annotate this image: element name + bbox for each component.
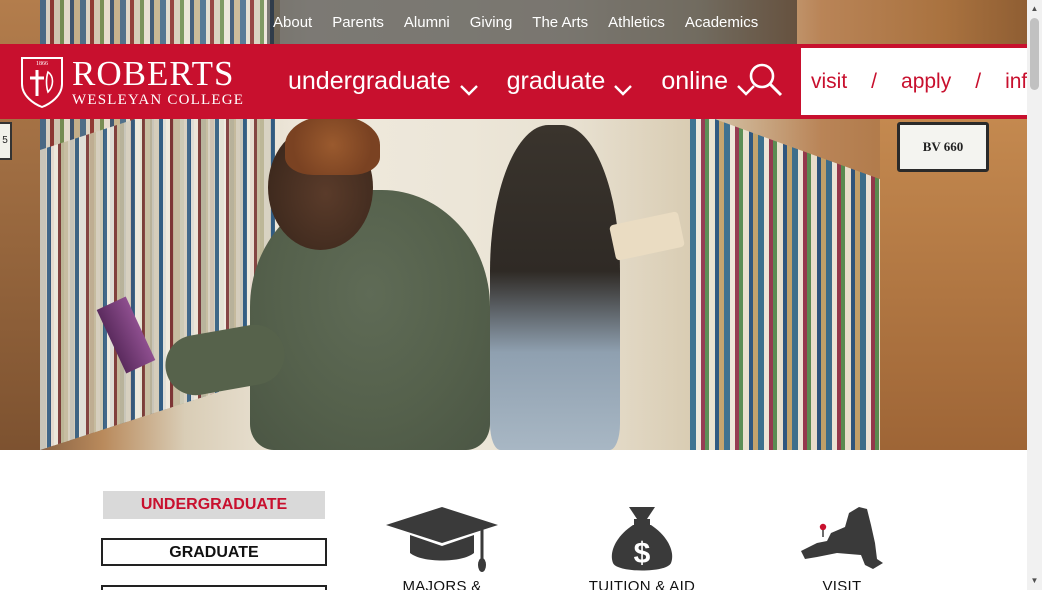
feature-majors-label: MAJORS & (402, 578, 482, 590)
program-tabs: UNDERGRADUATE GRADUATE (101, 491, 327, 590)
utility-link-academics[interactable]: Academics (685, 14, 758, 31)
college-logo[interactable]: 1866 ROBERTS WESLEYAN COLLEGE (20, 56, 244, 108)
student-front-hair (285, 115, 380, 175)
tab-undergraduate[interactable]: UNDERGRADUATE (103, 491, 325, 519)
new-york-state-map-icon (757, 500, 927, 575)
feature-visit-label: VISIT (822, 578, 862, 590)
nav-online-label: online (661, 67, 729, 95)
nav-undergraduate[interactable]: undergraduate (288, 67, 479, 96)
svg-text:$: $ (634, 537, 651, 570)
tab-graduate[interactable]: GRADUATE (101, 538, 327, 566)
utility-link-about[interactable]: About (273, 14, 312, 31)
search-icon[interactable] (748, 62, 784, 98)
logo-year: 1866 (36, 61, 48, 67)
open-book (609, 211, 685, 261)
cta-links: visit / apply / info (801, 48, 1039, 115)
scroll-up-arrow-icon[interactable]: ▲ (1027, 2, 1042, 16)
shield-crest-icon: 1866 (20, 56, 64, 108)
logo-subtitle: WESLEYAN COLLEGE (72, 91, 245, 108)
shelf-label-card: BV 660 (897, 122, 989, 172)
graduation-cap-icon (357, 500, 527, 575)
utility-link-athletics[interactable]: Athletics (608, 14, 665, 31)
nav-graduate[interactable]: graduate (507, 67, 634, 96)
feature-tuition-label: TUITION & AID (588, 578, 696, 590)
logo-name: ROBERTS (72, 53, 235, 93)
money-bag-icon: $ (557, 500, 727, 575)
scroll-down-arrow-icon[interactable]: ▼ (1027, 574, 1042, 588)
utility-nav: About Parents Alumni Giving The Arts Ath… (267, 0, 797, 44)
chevron-down-icon (613, 75, 633, 96)
logo-wordmark: ROBERTS WESLEYAN COLLEGE (72, 53, 245, 108)
page: BV 660 5 About Parents Alumni Giving The… (0, 0, 1042, 590)
bookshelf-right (690, 110, 880, 450)
feature-majors-link[interactable]: MAJORS & (357, 500, 527, 590)
utility-link-alumni[interactable]: Alumni (404, 14, 450, 31)
page-scrollbar[interactable]: ▲ ▼ (1027, 0, 1042, 590)
main-nav: 1866 ROBERTS WESLEYAN COLLEGE undergradu… (0, 44, 1039, 119)
cta-apply-link[interactable]: apply (901, 70, 951, 94)
nav-graduate-label: graduate (506, 67, 606, 95)
chevron-down-icon (459, 75, 479, 96)
cta-visit-link[interactable]: visit (811, 70, 847, 94)
primary-nav-links: undergraduate graduate online (288, 44, 784, 119)
shelf-label-card-left: 5 (0, 122, 12, 160)
nav-undergraduate-label: undergraduate (288, 67, 451, 95)
utility-link-the-arts[interactable]: The Arts (532, 14, 588, 31)
feature-tuition-link[interactable]: $ TUITION & AID (557, 500, 727, 590)
student-back (490, 125, 620, 450)
utility-link-giving[interactable]: Giving (470, 14, 513, 31)
nav-online[interactable]: online (661, 67, 756, 96)
utility-link-parents[interactable]: Parents (332, 14, 384, 31)
cta-separator: / (975, 69, 982, 93)
tab-online[interactable] (101, 585, 327, 590)
scroll-thumb[interactable] (1030, 18, 1039, 90)
feature-visit-link[interactable]: VISIT (757, 500, 927, 590)
cta-separator: / (871, 69, 878, 93)
